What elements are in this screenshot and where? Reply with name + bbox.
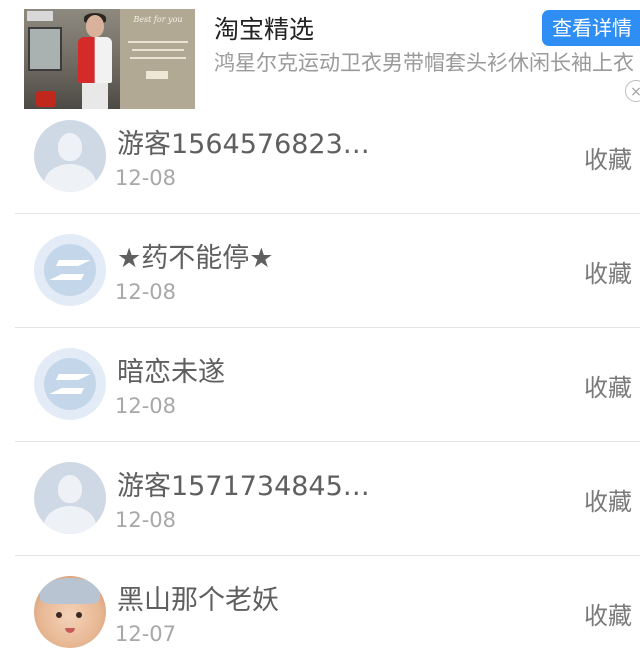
item-date: 12-08 (115, 280, 177, 304)
favorite-button[interactable]: 收藏 (584, 596, 632, 631)
ad-banner[interactable]: Best for you 淘宝精选 鸿星尔克运动卫衣男带帽套头衫休闲长袖上衣 查… (0, 0, 640, 112)
favorite-button[interactable]: 收藏 (584, 368, 632, 403)
ad-title: 淘宝精选 (214, 15, 315, 44)
ad-promo-card: Best for you (120, 9, 195, 109)
item-date: 12-07 (115, 622, 177, 646)
default-avatar-icon[interactable] (34, 462, 106, 534)
favorite-button[interactable]: 收藏 (584, 140, 632, 175)
favorite-button[interactable]: 收藏 (584, 482, 632, 517)
list-item[interactable]: 游客1564576823… 12-08 收藏 (0, 100, 640, 214)
user-name: 游客1564576823… (117, 129, 370, 160)
ad-photo-window (28, 27, 62, 71)
view-details-button[interactable]: 查看详情 (542, 10, 640, 46)
list-item[interactable]: ★药不能停★ 12-08 收藏 (0, 214, 640, 328)
user-name: 游客1571734845… (117, 471, 370, 502)
list-item[interactable]: 游客1571734845… 12-08 收藏 (0, 442, 640, 556)
user-name: 黑山那个老妖 (117, 585, 279, 616)
qq-avatar-icon[interactable] (34, 348, 106, 420)
favorite-button[interactable]: 收藏 (584, 254, 632, 289)
list-item[interactable]: 黑山那个老妖 12-07 收藏 (0, 556, 640, 670)
ad-card-title: Best for you (133, 15, 183, 24)
item-date: 12-08 (115, 166, 177, 190)
ad-card-seal (146, 71, 168, 79)
user-name: ★药不能停★ (117, 243, 274, 274)
list-item[interactable]: 暗恋未遂 12-08 收藏 (0, 328, 640, 442)
ad-brand-logo (27, 11, 53, 21)
ad-product-image[interactable]: Best for you (24, 9, 195, 109)
user-name: 暗恋未遂 (117, 357, 225, 388)
item-date: 12-08 (115, 394, 177, 418)
ad-description: 鸿星尔克运动卫衣男带帽套头衫休闲长袖上衣 (214, 51, 634, 75)
ad-close-icon[interactable]: × (625, 80, 640, 102)
baby-photo-avatar[interactable] (34, 576, 106, 648)
item-date: 12-08 (115, 508, 177, 532)
ad-model-figure (76, 13, 114, 109)
default-avatar-icon[interactable] (34, 120, 106, 192)
qq-avatar-icon[interactable] (34, 234, 106, 306)
